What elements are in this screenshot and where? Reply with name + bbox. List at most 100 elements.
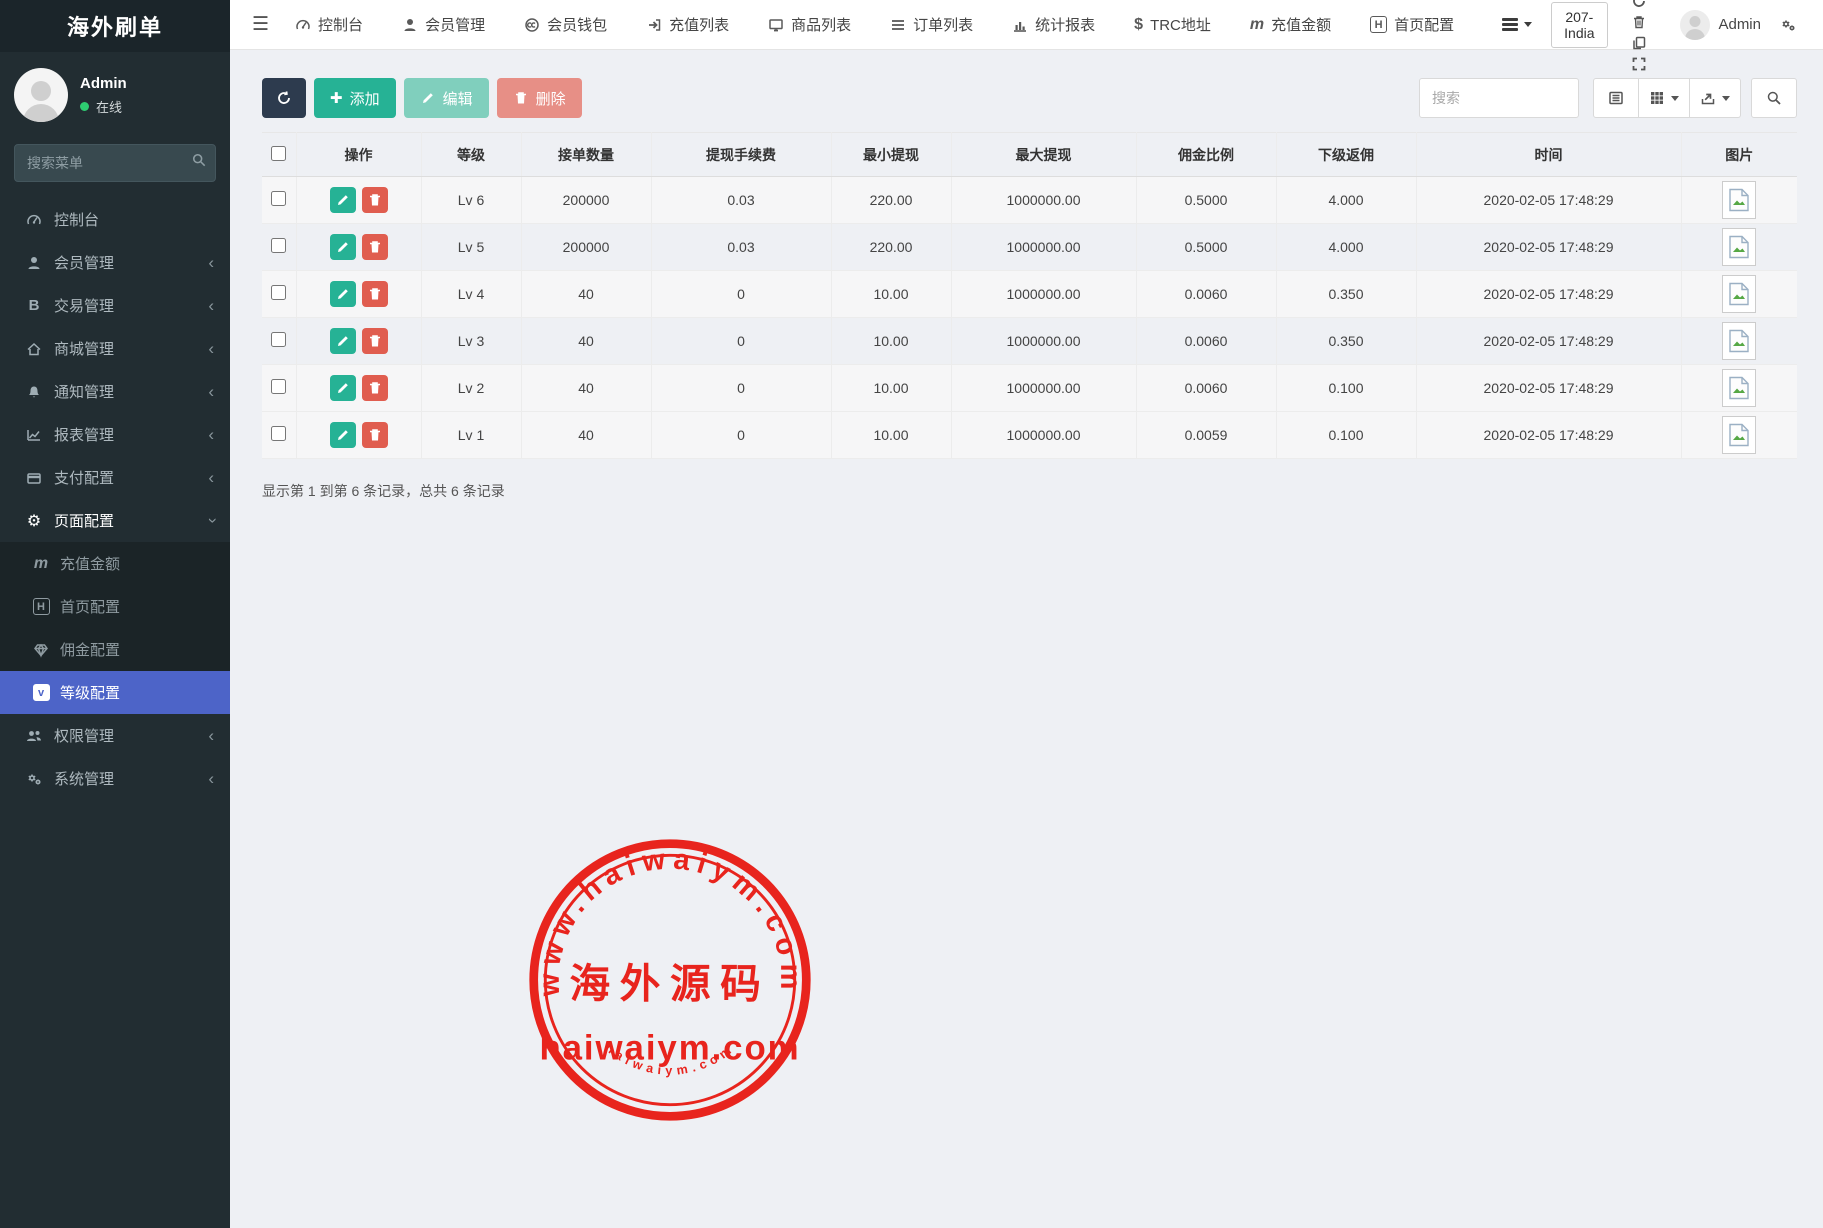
svg-text:海外源码: 海外源码 [570,961,771,1006]
add-button[interactable]: ✚ 添加 [314,78,396,118]
sidebar-item-6[interactable]: 支付配置‹ [0,456,230,499]
row-image-thumbnail [1722,369,1756,407]
select-all-checkbox[interactable] [271,146,286,161]
gem-icon [28,642,54,658]
sidebar-item-2[interactable]: B交易管理‹ [0,284,230,327]
sidebar-item-5[interactable]: 报表管理‹ [0,413,230,456]
plus-icon: ✚ [330,89,343,107]
row-delete-button[interactable] [362,187,388,213]
row-checkbox[interactable] [271,379,286,394]
cell-orders: 40 [521,271,651,318]
sidebar-item-8[interactable]: 权限管理‹ [0,714,230,757]
row-delete-button[interactable] [362,422,388,448]
trash-icon[interactable] [1631,14,1647,30]
row-edit-button[interactable] [330,281,356,307]
list-icon [1502,16,1518,33]
nav-item-3[interactable]: 充值列表 [646,14,729,35]
avatar [1680,10,1710,40]
row-delete-button[interactable] [362,281,388,307]
row-checkbox[interactable] [271,332,286,347]
cell-max: 1000000.00 [951,318,1136,365]
chevron-down-icon [1671,96,1679,101]
cell-level: Lv 1 [421,412,521,459]
nav-item-5[interactable]: 订单列表 [890,14,973,35]
edit-button[interactable]: 编辑 [404,78,489,118]
row-edit-button[interactable] [330,328,356,354]
sidebar-item-9[interactable]: 系统管理‹ [0,757,230,800]
row-edit-button[interactable] [330,422,356,448]
row-delete-button[interactable] [362,234,388,260]
sidebar-subitem-0[interactable]: m充值金额 [0,542,230,585]
column-header: 等级 [421,133,521,177]
nav-item-0[interactable]: 控制台 [295,14,363,35]
sidebar-item-label: 系统管理 [54,768,208,789]
admin-app: 海外刷单 Admin 在线 控制台会员管理‹B交易管理‹商城管理‹通知管理‹报表… [0,0,1823,1228]
sidebar-search-input[interactable] [14,144,216,182]
refresh-icon[interactable] [1631,0,1647,9]
chart-line-icon [20,427,48,443]
member-icon [402,17,418,33]
navbar-user[interactable]: Admin [1680,10,1761,40]
sidebar-subitem-2[interactable]: 佣金配置 [0,628,230,671]
sidebar-item-7[interactable]: ⚙页面配置‹ [0,499,230,542]
levels-table: 操作等级接单数量提现手续费最小提现最大提现佣金比例下级返佣时间图片 Lv 620… [262,132,1797,459]
cell-time: 2020-02-05 17:48:29 [1416,177,1681,224]
chevron-left-icon: ‹ [208,426,214,443]
nav-item-9[interactable]: H首页配置 [1370,14,1454,35]
row-edit-button[interactable] [330,234,356,260]
chevron-down-icon: ‹ [203,518,220,524]
sidebar: 海外刷单 Admin 在线 控制台会员管理‹B交易管理‹商城管理‹通知管理‹报表… [0,0,230,1228]
home-icon [20,341,48,357]
cogs-icon[interactable] [1780,17,1796,33]
sidebar-item-1[interactable]: 会员管理‹ [0,241,230,284]
table-search-input[interactable] [1419,78,1579,118]
nav-item-2[interactable]: 会员钱包 [524,14,607,35]
nav-item-8[interactable]: m充值金额 [1250,14,1331,35]
sidebar-subitem-label: 首页配置 [60,596,120,617]
nav-item-1[interactable]: 会员管理 [402,14,485,35]
sidebar-item-label: 通知管理 [54,381,208,402]
sidebar-item-0[interactable]: 控制台 [0,198,230,241]
delete-button[interactable]: 删除 [497,78,582,118]
column-header: 下级返佣 [1276,133,1416,177]
chevron-down-icon [1722,96,1730,101]
detail-view-button[interactable] [1593,78,1639,118]
chevron-left-icon: ‹ [208,340,214,357]
sidebar-item-3[interactable]: 商城管理‹ [0,327,230,370]
column-header: 操作 [296,133,421,177]
dollar-icon: $ [1134,16,1143,34]
row-actions [296,365,421,412]
search-toggle-button[interactable] [1751,78,1797,118]
sidebar-subitem-1[interactable]: H 首页配置 [0,585,230,628]
sidebar-subitem-3[interactable]: v等级配置 [0,671,230,714]
row-actions [296,271,421,318]
list-dropdown-button[interactable] [1493,11,1541,38]
row-checkbox[interactable] [271,191,286,206]
online-dot-icon [80,102,89,111]
sidebar-item-4[interactable]: 通知管理‹ [0,370,230,413]
row-delete-button[interactable] [362,328,388,354]
refresh-button[interactable] [262,78,306,118]
export-button[interactable] [1690,78,1741,118]
nav-item-7[interactable]: $TRC地址 [1134,14,1211,35]
h-icon: H [28,598,54,615]
nav-item-label: 控制台 [318,14,363,35]
row-edit-button[interactable] [330,187,356,213]
site-selector-button[interactable]: 207-India [1551,2,1607,48]
cell-sub: 4.000 [1276,177,1416,224]
row-checkbox[interactable] [271,238,286,253]
chevron-left-icon: ‹ [208,383,214,400]
cell-max: 1000000.00 [951,224,1136,271]
sidebar-subitem-label: 佣金配置 [60,639,120,660]
cell-max: 1000000.00 [951,177,1136,224]
row-checkbox[interactable] [271,285,286,300]
row-delete-button[interactable] [362,375,388,401]
copy-icon[interactable] [1631,35,1647,51]
row-edit-button[interactable] [330,375,356,401]
hamburger-icon[interactable]: ☰ [244,9,277,40]
sign-in-icon [646,17,662,33]
columns-button[interactable] [1639,78,1690,118]
nav-item-6[interactable]: 统计报表 [1012,14,1095,35]
nav-item-4[interactable]: 商品列表 [768,14,851,35]
row-checkbox[interactable] [271,426,286,441]
